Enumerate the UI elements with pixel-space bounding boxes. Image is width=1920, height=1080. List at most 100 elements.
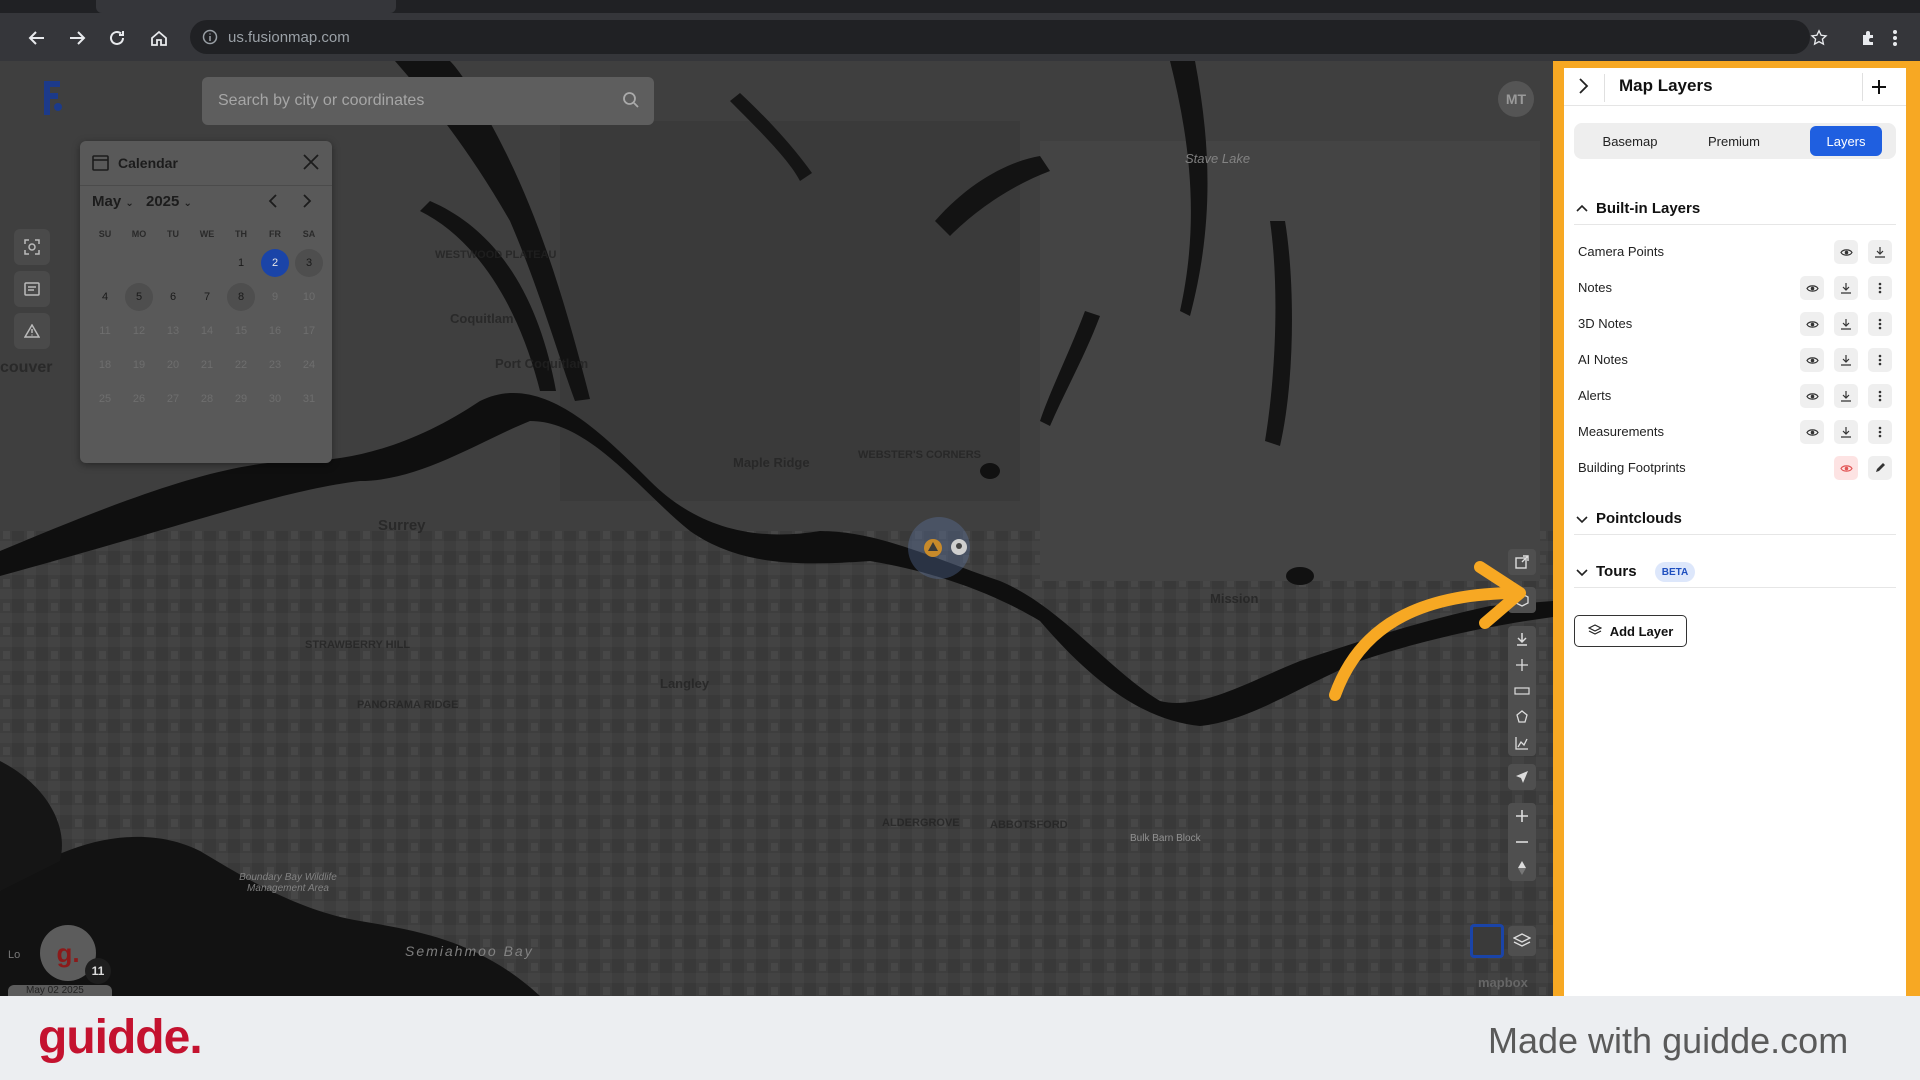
eye-icon[interactable] (1800, 420, 1824, 444)
calendar-day[interactable]: 30 (261, 385, 289, 413)
home-icon[interactable] (146, 25, 172, 51)
calendar-day[interactable]: 24 (295, 351, 323, 379)
calendar-day[interactable]: 17 (295, 317, 323, 345)
more-vertical-icon[interactable] (1868, 312, 1892, 336)
scan-icon[interactable] (14, 229, 50, 265)
more-vertical-icon[interactable] (1868, 384, 1892, 408)
calendar-day[interactable]: 2 (261, 249, 289, 277)
calendar-day[interactable]: 9 (261, 283, 289, 311)
elevation-chart-icon[interactable] (1508, 730, 1536, 756)
month-select[interactable]: May ⌄ (92, 193, 134, 210)
layer-row: 3D Notes (1578, 306, 1896, 342)
calendar-day[interactable]: 18 (91, 351, 119, 379)
layer-row: Notes (1578, 270, 1896, 306)
eye-icon[interactable] (1800, 276, 1824, 300)
map-canvas[interactable]: couver Coquitlam Port Coquitlam Surrey M… (0, 61, 1553, 996)
eye-off-icon[interactable] (1834, 456, 1858, 480)
calendar-day[interactable]: 26 (125, 385, 153, 413)
date-chip[interactable]: May 02 2025 (8, 985, 112, 996)
download-icon[interactable] (1834, 312, 1858, 336)
alert-icon[interactable] (14, 313, 50, 349)
calendar-day[interactable]: 12 (125, 317, 153, 345)
download-icon[interactable] (1834, 384, 1858, 408)
calendar-day[interactable]: 8 (227, 283, 255, 311)
calendar-day[interactable]: 22 (227, 351, 255, 379)
calendar-day[interactable]: 19 (125, 351, 153, 379)
calendar-day[interactable]: 11 (91, 317, 119, 345)
eye-icon[interactable] (1834, 240, 1858, 264)
add-layer-button[interactable]: Add Layer (1574, 615, 1687, 647)
browser-menu-icon[interactable] (1888, 25, 1902, 51)
section-tours[interactable]: Tours BETA (1574, 554, 1896, 588)
compass-icon[interactable] (1508, 855, 1536, 881)
plus-icon[interactable] (1862, 73, 1894, 101)
address-bar[interactable]: us.fusionmap.com (190, 20, 1810, 54)
chevron-right-icon[interactable] (300, 193, 314, 214)
back-icon[interactable] (24, 25, 50, 51)
map-marker-cluster[interactable] (908, 517, 970, 579)
browser-tab-active[interactable] (96, 0, 396, 13)
notes-icon[interactable] (14, 271, 50, 307)
map-label: Surrey (378, 517, 426, 534)
extensions-icon[interactable] (1856, 25, 1882, 51)
section-pointclouds[interactable]: Pointclouds (1574, 501, 1896, 535)
basemap-thumbnail[interactable] (1470, 924, 1504, 958)
download-icon[interactable] (1868, 240, 1892, 264)
layers-icon[interactable] (1508, 926, 1536, 956)
chevron-left-icon[interactable] (266, 193, 280, 214)
download-icon[interactable] (1834, 420, 1858, 444)
calendar-day[interactable]: 6 (159, 283, 187, 311)
app-logo[interactable] (38, 77, 68, 126)
calendar-day[interactable]: 27 (159, 385, 187, 413)
map-label-poi[interactable]: Bulk Barn Block (1130, 833, 1201, 844)
more-vertical-icon[interactable] (1868, 276, 1892, 300)
calendar-day[interactable]: 14 (193, 317, 221, 345)
tab-premium[interactable]: Premium (1682, 126, 1786, 156)
edit-pencil-icon[interactable] (1868, 456, 1892, 480)
calendar-day[interactable]: 4 (91, 283, 119, 311)
calendar-day[interactable]: 3 (295, 249, 323, 277)
search-input[interactable] (202, 77, 602, 125)
map-label: ABBOTSFORD (990, 819, 1068, 831)
calendar-day[interactable]: 16 (261, 317, 289, 345)
calendar-day[interactable]: 15 (227, 317, 255, 345)
user-avatar[interactable]: MT (1498, 81, 1534, 117)
calendar-day[interactable]: 25 (91, 385, 119, 413)
calendar-day[interactable]: 5 (125, 283, 153, 311)
panel-header: Map Layers (1564, 68, 1906, 106)
section-built-in-layers[interactable]: Built-in Layers (1574, 191, 1896, 225)
calendar-day[interactable]: 28 (193, 385, 221, 413)
calendar-day[interactable]: 21 (193, 351, 221, 379)
more-vertical-icon[interactable] (1868, 348, 1892, 372)
calendar-day[interactable]: 31 (295, 385, 323, 413)
search-box[interactable] (202, 77, 654, 125)
zoom-in-icon[interactable] (1508, 803, 1536, 829)
tab-basemap[interactable]: Basemap (1578, 126, 1682, 156)
divider (1604, 74, 1605, 102)
site-info-icon[interactable] (202, 29, 218, 50)
calendar-day[interactable]: 10 (295, 283, 323, 311)
eye-icon[interactable] (1800, 384, 1824, 408)
year-select[interactable]: 2025 ⌄ (146, 193, 192, 210)
more-vertical-icon[interactable] (1868, 420, 1892, 444)
mapbox-attribution[interactable]: mapbox (1478, 975, 1528, 990)
calendar-day[interactable]: 20 (159, 351, 187, 379)
download-icon[interactable] (1834, 348, 1858, 372)
eye-icon[interactable] (1800, 312, 1824, 336)
calendar-day[interactable]: 1 (227, 249, 255, 277)
tab-layers[interactable]: Layers (1810, 126, 1882, 156)
zoom-out-icon[interactable] (1508, 829, 1536, 855)
eye-icon[interactable] (1800, 348, 1824, 372)
close-icon[interactable] (302, 153, 320, 176)
calendar-day[interactable]: 13 (159, 317, 187, 345)
search-icon[interactable] (622, 91, 640, 114)
chevron-right-icon[interactable] (1576, 76, 1590, 101)
calendar-day[interactable]: 7 (193, 283, 221, 311)
locate-me-icon[interactable] (1508, 764, 1536, 790)
download-icon[interactable] (1834, 276, 1858, 300)
calendar-day[interactable]: 29 (227, 385, 255, 413)
forward-icon[interactable] (64, 25, 90, 51)
bookmark-star-icon[interactable] (1806, 25, 1832, 51)
calendar-day[interactable]: 23 (261, 351, 289, 379)
reload-icon[interactable] (104, 25, 130, 51)
